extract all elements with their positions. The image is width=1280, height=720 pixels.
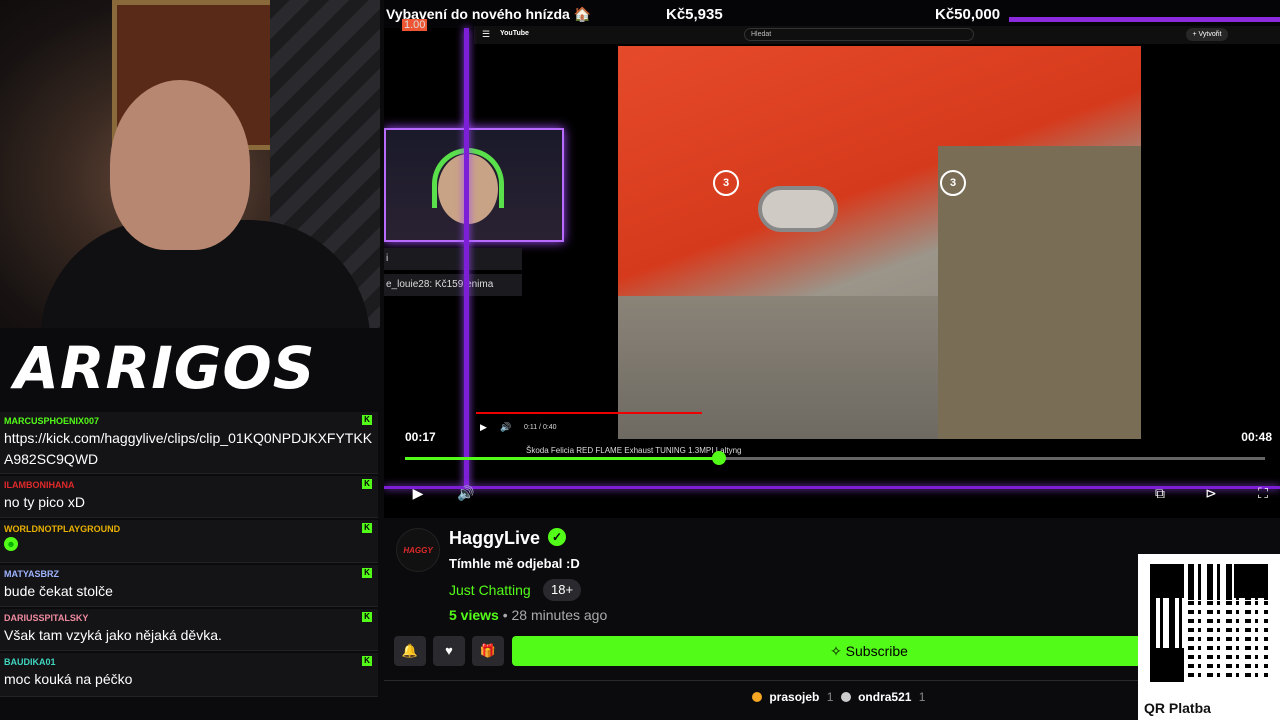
time-current: 00:17 [405, 430, 436, 444]
video-player[interactable]: Vybavení do nového hnízda 🏠 1.00 Kč5,935… [384, 0, 1280, 518]
posted-time: • 28 minutes ago [502, 607, 608, 623]
chat-message: WORLDNOTPLAYGROUND ☻ K [0, 520, 378, 563]
view-count: 5 views • 28 minutes ago [449, 607, 607, 623]
channel-name[interactable]: HaggyLive [449, 528, 540, 549]
chat-username[interactable]: BAUDIKA01 [4, 657, 374, 667]
pip-icon[interactable]: ⧉ [1150, 484, 1170, 502]
streamer-face [110, 80, 250, 250]
qr-code-image [1150, 564, 1268, 682]
kick-badge-icon: K [362, 415, 372, 425]
gift-icon[interactable]: 🎁 [472, 636, 504, 666]
goal-current: Kč5,935 [666, 6, 723, 23]
youtube-controls: ▶ 🔊 0:11 / 0:40 Škoda Felicia RED FLAME … [474, 412, 1280, 492]
top-supporters: prasojeb 1 ondra521 1 [752, 690, 929, 704]
supporter-badge-icon [840, 692, 851, 702]
youtube-volume-icon[interactable]: 🔊 [500, 422, 511, 433]
youtube-create-button[interactable]: + Vytvořit [1186, 28, 1228, 41]
verified-icon: ✓ [548, 528, 566, 546]
chat-message: MARCUSPHOENIX007 https://kick.com/haggyl… [0, 412, 378, 474]
stream-title: Tímhle mě odjebal :D [449, 556, 580, 571]
alert-line: i [384, 248, 522, 270]
video-grass [938, 146, 1141, 439]
time-duration: 00:48 [1241, 430, 1272, 444]
goal-progress [1009, 17, 1280, 22]
rewind-icon[interactable]: 3 [713, 170, 739, 196]
notification-bell-icon[interactable]: 🔔 [394, 636, 426, 666]
chat-message: ILAMBONIHANA no ty pico xD K [0, 476, 378, 518]
play-icon[interactable]: ▶ [408, 484, 428, 502]
donation-goal-bar: Vybavení do nového hnízda 🏠 1.00 Kč5,935… [384, 0, 1280, 31]
progress-handle[interactable] [711, 451, 726, 465]
qr-payment: QR Platba [1138, 554, 1280, 720]
forward-icon[interactable]: 3 [940, 170, 966, 196]
guest-webcam [384, 128, 564, 242]
streamer-webcam [0, 0, 380, 328]
brand-logo: ARRIGOS [14, 334, 316, 402]
stream-layout: ARRIGOS MARCUSPHOENIX007 https://kick.co… [0, 0, 1280, 720]
chat-username[interactable]: ILAMBONIHANA [4, 480, 374, 490]
progress-fill [405, 457, 719, 460]
kick-badge-icon: K [362, 523, 372, 533]
age-badge: 18+ [543, 579, 582, 601]
neon-divider [464, 28, 469, 488]
chat-username[interactable]: MARCUSPHOENIX007 [4, 416, 374, 426]
kick-badge-icon: K [362, 656, 372, 666]
kick-badge-icon: K [362, 479, 372, 489]
supporter-name[interactable]: ondra521 [858, 690, 911, 704]
supporter-count: 1 [918, 690, 926, 704]
chat-panel: MARCUSPHOENIX007 https://kick.com/haggyl… [0, 412, 380, 720]
chat-text: no ty pico xD [4, 494, 85, 510]
youtube-time: 0:11 / 0:40 [524, 424, 557, 431]
volume-icon[interactable]: 🔊 [456, 484, 476, 502]
goal-mini-value: 1.00 [402, 19, 428, 31]
goal-target: Kč50,000 [935, 6, 1001, 23]
theater-mode-icon[interactable]: ⊳ [1201, 484, 1221, 502]
supporter-name[interactable]: prasojeb [769, 690, 819, 704]
chat-text: bude čekat stolče [4, 583, 113, 599]
fullscreen-icon[interactable]: ⛶ [1253, 484, 1273, 502]
youtube-video-title[interactable]: Škoda Felicia RED FLAME Exhaust TUNING 1… [526, 446, 742, 455]
kick-badge-icon: K [362, 612, 372, 622]
chat-username[interactable]: DARIUSSPITALSKY [4, 613, 374, 623]
chat-message: DARIUSSPITALSKY Však tam vzyká jako něja… [0, 609, 378, 651]
emote-icon: ☻ [4, 537, 18, 551]
menu-icon[interactable]: ☰ [482, 29, 490, 40]
chat-text: Však tam vzyká jako nějaká děvka. [4, 627, 222, 643]
chat-text: moc kouká na péčko [4, 671, 133, 687]
alert-line: e_louie28: Kč159 enima [384, 274, 522, 296]
qr-label: QR Platba [1144, 700, 1211, 716]
category-link[interactable]: Just Chatting [449, 582, 531, 598]
heart-icon[interactable]: ♥ [433, 636, 465, 666]
youtube-progress [476, 412, 702, 414]
youtube-logo[interactable]: YouTube [500, 30, 529, 37]
supporter-badge-icon [752, 692, 762, 702]
subscribe-button[interactable]: ✧ Subscribe [512, 636, 1226, 666]
youtube-header: ☰ YouTube Hledat + Vytvořit [474, 26, 1280, 44]
chat-username[interactable]: WORLDNOTPLAYGROUND [4, 524, 374, 534]
youtube-play-icon[interactable]: ▶ [480, 422, 487, 433]
video-frame[interactable]: 3 3 [618, 46, 1141, 439]
views-number: 5 views [449, 607, 499, 623]
neon-divider [384, 486, 1280, 489]
channel-avatar[interactable]: HAGGY [396, 528, 440, 572]
chat-text[interactable]: https://kick.com/haggylive/clips/clip_01… [4, 428, 374, 470]
exhaust-pipe [758, 186, 838, 232]
progress-bar[interactable] [405, 451, 1265, 465]
supporter-count: 1 [826, 690, 834, 704]
chat-message: MATYASBRZ bude čekat stolče K [0, 565, 378, 607]
chat-message: BAUDIKA01 moc kouká na péčko K [0, 653, 378, 697]
youtube-search[interactable]: Hledat [744, 28, 974, 41]
chat-username[interactable]: MATYASBRZ [4, 569, 374, 579]
kick-badge-icon: K [362, 568, 372, 578]
